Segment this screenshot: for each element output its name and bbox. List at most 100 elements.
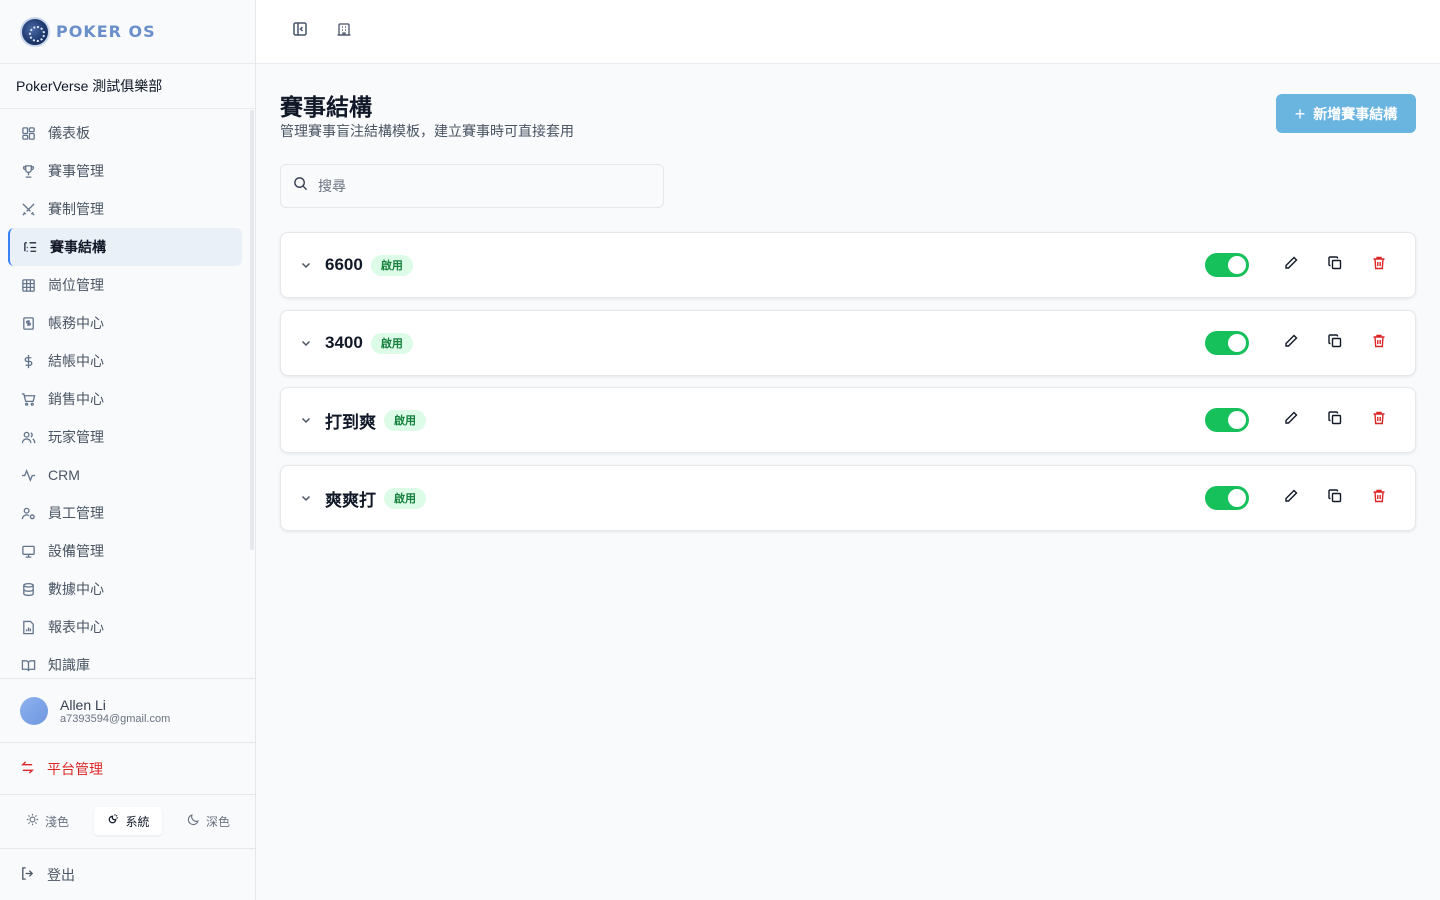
delete-button[interactable]	[1363, 327, 1395, 359]
user-email: a7393594@gmail.com	[60, 712, 171, 725]
sidebar-item-data[interactable]: 數據中心	[8, 570, 242, 608]
book-icon	[20, 657, 36, 673]
add-structure-button[interactable]: + 新增賽事結構	[1276, 94, 1416, 133]
monitor-icon	[20, 543, 36, 559]
enabled-toggle[interactable]	[1205, 408, 1249, 432]
platform-label: 平台管理	[47, 760, 103, 777]
duplicate-button[interactable]	[1319, 404, 1351, 436]
chevron-down-icon[interactable]	[299, 258, 313, 272]
sidebar-nav: 儀表板 賽事管理 賽制管理 賽事結構 崗位管理 帳務中心 結帳中心 銷售中心 玩…	[8, 114, 242, 684]
card-actions	[1205, 482, 1395, 514]
sidebar-item-label: 設備管理	[48, 543, 104, 559]
user-name: Allen Li	[60, 696, 106, 713]
dashboard-icon	[20, 125, 36, 141]
sidebar-item-label: 知識庫	[48, 657, 90, 673]
user-profile[interactable]: Allen Li a7393594@gmail.com	[0, 678, 255, 743]
moon-icon	[187, 813, 200, 829]
structure-name: 3400	[325, 333, 363, 352]
sidebar-item-label: 賽事結構	[50, 239, 106, 255]
toggle-sidebar-button[interactable]	[284, 16, 316, 48]
sidebar-item-players[interactable]: 玩家管理	[8, 418, 242, 456]
database-icon	[20, 581, 36, 597]
building-button[interactable]	[328, 16, 360, 48]
structure-name: 6600	[325, 255, 363, 274]
sidebar-item-accounting[interactable]: 帳務中心	[8, 304, 242, 342]
chevron-down-icon[interactable]	[299, 491, 313, 505]
club-selector[interactable]: PokerVerse 測試俱樂部	[0, 64, 255, 109]
page-subtitle: 管理賽事盲注結構模板，建立賽事時可直接套用	[280, 123, 574, 139]
status-badge: 啟用	[384, 409, 426, 431]
sidebar-item-formats[interactable]: 賽制管理	[8, 190, 242, 228]
sidebar-item-crm[interactable]: CRM	[8, 456, 242, 494]
theme-system-button[interactable]: 系統	[94, 807, 162, 835]
delete-button[interactable]	[1363, 249, 1395, 281]
theme-light-label: 淺色	[45, 814, 70, 829]
chevron-down-icon[interactable]	[299, 413, 313, 427]
topbar	[256, 0, 1440, 64]
sidebar-item-structures[interactable]: 賽事結構	[8, 228, 242, 266]
sidebar-item-label: 員工管理	[48, 505, 104, 521]
add-structure-label: 新增賽事結構	[1313, 105, 1398, 122]
sidebar-item-reports[interactable]: 報表中心	[8, 608, 242, 646]
status-badge: 啟用	[370, 332, 413, 354]
sidebar-item-label: 賽制管理	[48, 201, 104, 217]
copy-icon	[1327, 488, 1343, 509]
theme-system-label: 系統	[125, 814, 150, 829]
sidebar-item-staff[interactable]: 員工管理	[8, 494, 242, 532]
pencil-icon	[1283, 333, 1299, 354]
sidebar-item-checkout[interactable]: 結帳中心	[8, 342, 242, 380]
copy-icon	[1327, 255, 1343, 276]
trash-icon	[1371, 410, 1387, 431]
theme-light-button[interactable]: 淺色	[14, 807, 81, 835]
sun-moon-icon	[106, 813, 119, 829]
structure-card[interactable]: 打到爽 啟用	[280, 387, 1416, 453]
chevron-down-icon[interactable]	[299, 336, 313, 350]
sidebar-item-positions[interactable]: 崗位管理	[8, 266, 242, 304]
sidebar-item-label: 結帳中心	[48, 353, 104, 369]
pencil-icon	[1283, 488, 1299, 509]
switch-arrows-icon	[20, 760, 35, 778]
grid-icon	[20, 277, 36, 293]
theme-dark-button[interactable]: 深色	[175, 807, 242, 835]
theme-dark-label: 深色	[205, 814, 230, 829]
enabled-toggle[interactable]	[1205, 253, 1249, 277]
logout-button[interactable]: 登出	[0, 848, 255, 900]
sidebar-item-sales[interactable]: 銷售中心	[8, 380, 242, 418]
cart-icon	[20, 391, 36, 407]
sidebar-item-label: 數據中心	[48, 581, 104, 597]
duplicate-button[interactable]	[1319, 327, 1351, 359]
sidebar-item-tournaments[interactable]: 賽事管理	[8, 152, 242, 190]
enabled-toggle[interactable]	[1205, 331, 1249, 355]
duplicate-button[interactable]	[1319, 249, 1351, 281]
edit-button[interactable]	[1275, 404, 1307, 436]
platform-admin-link[interactable]: 平台管理	[0, 743, 255, 795]
edit-button[interactable]	[1275, 249, 1307, 281]
sidebar-item-label: 玩家管理	[48, 429, 104, 445]
sidebar-item-label: 賽事管理	[48, 163, 104, 179]
avatar	[20, 696, 48, 725]
brand-name: POKER OS	[56, 22, 156, 41]
structure-card[interactable]: 3400 啟用	[280, 310, 1416, 376]
sidebar-item-dashboard[interactable]: 儀表板	[8, 114, 242, 152]
sidebar-item-devices[interactable]: 設備管理	[8, 532, 242, 570]
enabled-toggle[interactable]	[1205, 486, 1249, 510]
sidebar-scrollbar[interactable]	[250, 110, 254, 550]
structure-card[interactable]: 爽爽打 啟用	[280, 465, 1416, 531]
delete-button[interactable]	[1363, 482, 1395, 514]
logo[interactable]: POKER OS	[0, 0, 255, 64]
card-actions	[1205, 249, 1395, 281]
structure-name: 打到爽	[325, 412, 376, 432]
dollar-icon	[20, 353, 36, 369]
edit-button[interactable]	[1275, 482, 1307, 514]
delete-button[interactable]	[1363, 404, 1395, 436]
structure-card[interactable]: 6600 啟用	[280, 232, 1416, 298]
sun-icon	[26, 813, 39, 829]
edit-button[interactable]	[1275, 327, 1307, 359]
pencil-icon	[1283, 410, 1299, 431]
search-icon	[293, 176, 308, 196]
duplicate-button[interactable]	[1319, 482, 1351, 514]
search-input[interactable]	[318, 178, 638, 194]
sidebar-item-label: CRM	[48, 467, 80, 483]
trophy-icon	[20, 163, 36, 179]
logout-label: 登出	[47, 866, 75, 883]
